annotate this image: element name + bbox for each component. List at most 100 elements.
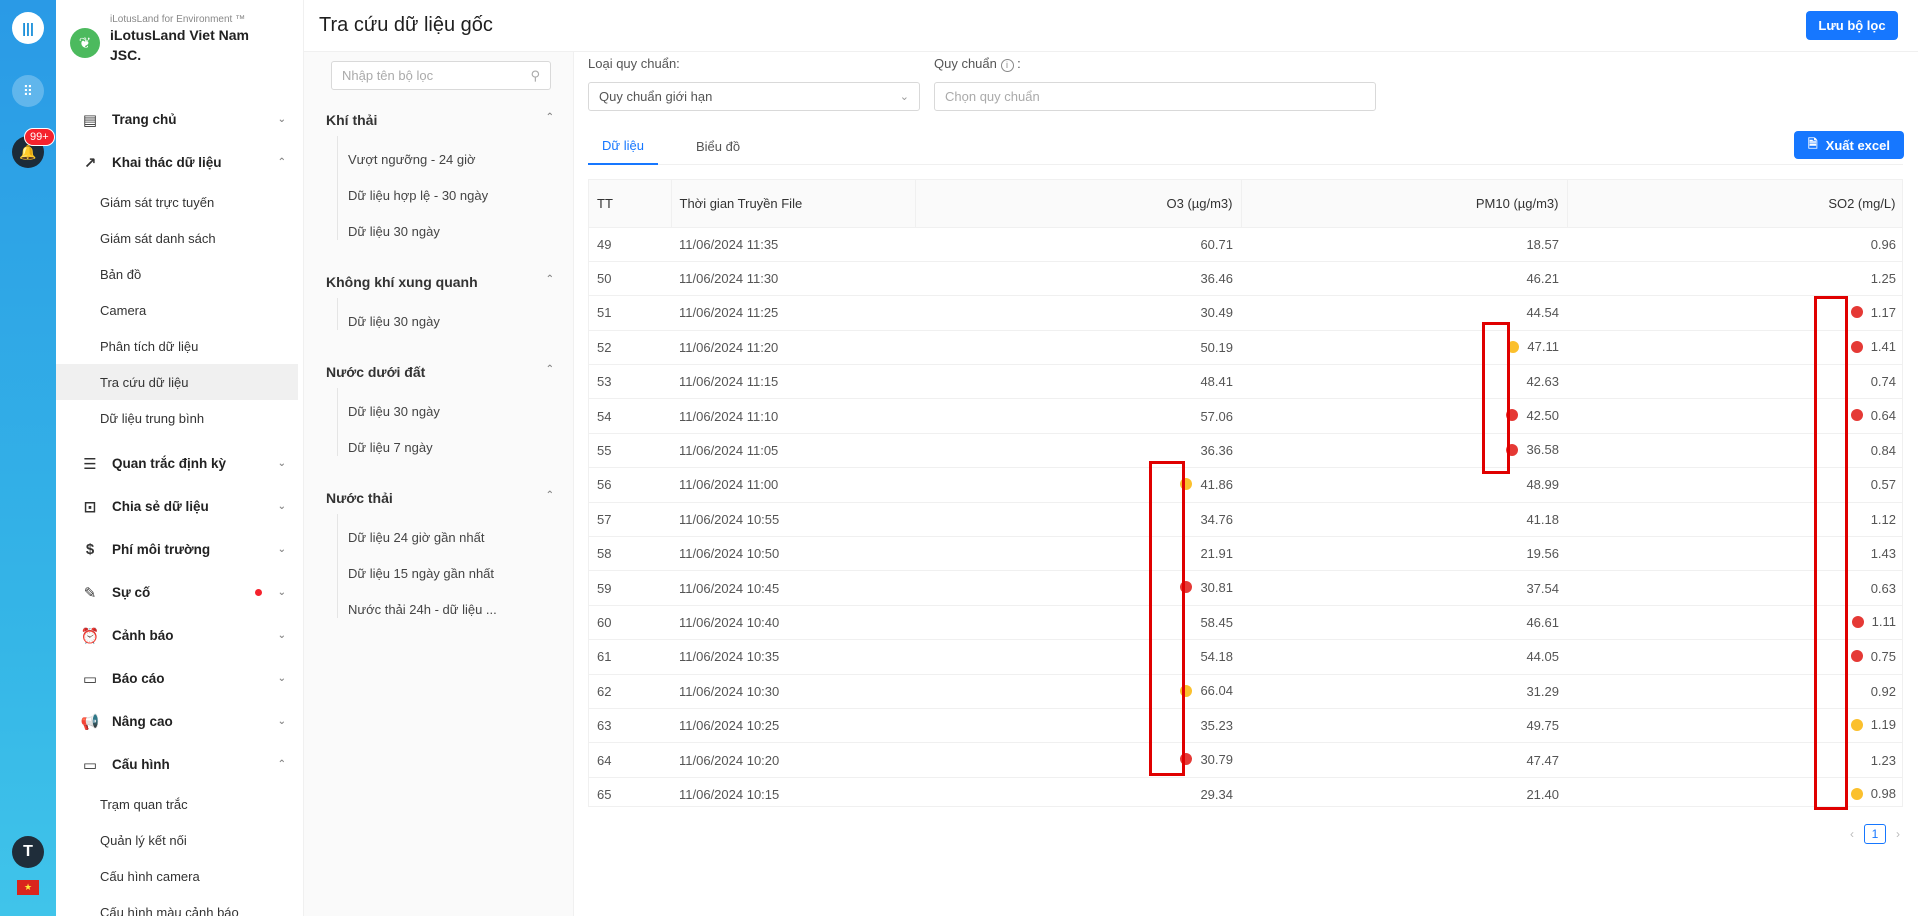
menu-item-config[interactable]: ▭ Cấu hình ⌃ — [56, 743, 304, 786]
so2-cell: 1.12 — [1567, 502, 1902, 538]
filter-item[interactable]: Dữ liệu hợp lệ - 30 ngày — [348, 188, 488, 203]
pm10-cell: 44.54 — [1241, 295, 1567, 331]
filter-group-wastewater[interactable]: Nước thải ⌃ — [326, 490, 554, 506]
page-1-button[interactable]: 1 — [1864, 824, 1886, 844]
pm10-cell: 42.63 — [1241, 364, 1567, 400]
table-row[interactable]: 57 11/06/2024 10:55 34.76 41.18 1.12 — [589, 502, 1902, 538]
submenu-camera[interactable]: Camera — [56, 292, 298, 328]
menu-item-advanced[interactable]: 📢 Nâng cao ⌄ — [56, 700, 304, 743]
filter-item[interactable]: Dữ liệu 7 ngày — [348, 440, 433, 455]
so2-cell: 0.63 — [1567, 570, 1902, 606]
filter-item[interactable]: Dữ liệu 30 ngày — [348, 314, 440, 329]
tree-line — [337, 298, 338, 330]
user-avatar[interactable]: T — [12, 836, 44, 868]
submenu-stations[interactable]: Trạm quan trắc — [56, 786, 298, 822]
table-row[interactable]: 54 11/06/2024 11:10 57.06 42.50 0.64 — [589, 398, 1902, 434]
submenu-alert-colors[interactable]: Cấu hình màu cảnh báo — [56, 894, 298, 916]
layout-icon: ▤ — [82, 111, 98, 129]
submenu-data-lookup[interactable]: Tra cứu dữ liệu — [56, 364, 298, 400]
menu-item-periodic[interactable]: ☰ Quan trắc định kỳ ⌄ — [56, 442, 304, 485]
notification-badge: 99+ — [24, 128, 55, 146]
menu-item-data-share[interactable]: ⊡ Chia sẻ dữ liệu ⌄ — [56, 485, 304, 528]
menu-item-env-fee[interactable]: $ Phí môi trường ⌄ — [56, 528, 304, 571]
table-row[interactable]: 50 11/06/2024 11:30 36.46 46.21 1.25 — [589, 261, 1902, 297]
menu-item-incident[interactable]: ✎ Sự cố ⌄ — [56, 571, 304, 614]
filter-item[interactable]: Dữ liệu 30 ngày — [348, 224, 440, 239]
tt-cell: 54 — [589, 398, 671, 434]
next-page-button[interactable]: › — [1896, 827, 1900, 841]
tt-cell: 51 — [589, 295, 671, 331]
filter-item[interactable]: Dữ liệu 30 ngày — [348, 404, 440, 419]
filter-group-ambient-air[interactable]: Không khí xung quanh ⌃ — [326, 274, 554, 290]
chart-share-icon: ↗ — [83, 154, 97, 172]
table-row[interactable]: 62 11/06/2024 10:30 66.04 31.29 0.92 — [589, 674, 1902, 709]
table-row[interactable]: 51 11/06/2024 11:25 30.49 44.54 1.17 — [589, 295, 1902, 331]
prev-page-button[interactable]: ‹ — [1850, 827, 1854, 841]
table-row[interactable]: 58 11/06/2024 10:50 21.91 19.56 1.43 — [589, 536, 1902, 572]
pm10-cell: 46.61 — [1241, 605, 1567, 641]
table-row[interactable]: 61 11/06/2024 10:35 54.18 44.05 0.75 — [589, 639, 1902, 675]
o3-cell: 30.79 — [915, 742, 1241, 778]
standard-select[interactable]: Chọn quy chuẩn — [934, 82, 1376, 111]
table-row[interactable]: 59 11/06/2024 10:45 30.81 37.54 0.63 — [589, 570, 1902, 606]
save-filter-button[interactable]: Lưu bộ lọc — [1806, 11, 1898, 40]
red-status-dot — [1506, 443, 1519, 456]
filter-search-input[interactable]: Nhập tên bộ lọc ⚲ — [331, 61, 551, 90]
column-header-o3[interactable]: O3 (µg/m3) — [915, 180, 1242, 228]
so2-cell: 1.19 — [1567, 708, 1902, 744]
tt-cell: 58 — [589, 536, 671, 572]
table-row[interactable]: 52 11/06/2024 11:20 50.19 47.11 1.41 — [589, 330, 1902, 366]
submenu-connections[interactable]: Quản lý kết nối — [56, 822, 298, 858]
o3-cell: 54.18 — [915, 639, 1241, 675]
submenu-list-monitoring[interactable]: Giám sát danh sách — [56, 220, 298, 256]
filter-item[interactable]: Vượt ngưỡng - 24 giờ — [348, 152, 476, 167]
filter-item[interactable]: Dữ liệu 24 giờ gần nhất — [348, 530, 484, 545]
tab-chart[interactable]: Biểu đồ — [682, 128, 754, 165]
submenu-map[interactable]: Bản đồ — [56, 256, 298, 292]
export-excel-button[interactable]: 🗎 Xuất excel — [1794, 131, 1904, 159]
chevron-up-icon: ⌃ — [277, 157, 286, 168]
table-row[interactable]: 56 11/06/2024 11:00 41.86 48.99 0.57 — [589, 467, 1902, 503]
table-row[interactable]: 63 11/06/2024 10:25 35.23 49.75 1.19 — [589, 708, 1902, 744]
time-cell: 11/06/2024 11:00 — [671, 467, 915, 503]
table-row[interactable]: 55 11/06/2024 11:05 36.36 36.58 0.84 — [589, 433, 1902, 469]
column-header-tt[interactable]: TT — [589, 180, 672, 228]
filter-group-emission[interactable]: Khí thải ⌃ — [326, 112, 554, 128]
table-row[interactable]: 53 11/06/2024 11:15 48.41 42.63 0.74 — [589, 364, 1902, 400]
filter-group-groundwater[interactable]: Nước dưới đất ⌃ — [326, 364, 554, 380]
table-row[interactable]: 65 11/06/2024 10:15 29.34 21.40 0.98 — [589, 777, 1902, 806]
tt-cell: 56 — [589, 467, 671, 503]
time-cell: 11/06/2024 11:35 — [671, 227, 915, 262]
time-cell: 11/06/2024 10:50 — [671, 536, 915, 572]
submenu-average-data[interactable]: Dữ liệu trung bình — [56, 400, 298, 436]
filter-item[interactable]: Nước thải 24h - dữ liệu ... — [348, 602, 497, 617]
o3-cell: 60.71 — [915, 227, 1241, 262]
submenu-camera-config[interactable]: Cấu hình camera — [56, 858, 298, 894]
app-logo-icon[interactable]: ||| — [12, 12, 44, 44]
filter-item[interactable]: Dữ liệu 15 ngày gần nhất — [348, 566, 494, 581]
tab-data[interactable]: Dữ liệu — [588, 128, 658, 165]
menu-item-data-mining[interactable]: ↗ Khai thác dữ liệu ⌃ — [56, 141, 304, 184]
submenu-data-analysis[interactable]: Phân tích dữ liệu — [56, 328, 298, 364]
column-header-time[interactable]: Thời gian Truyền File — [671, 180, 916, 228]
info-icon[interactable]: i — [1000, 59, 1014, 72]
pm10-cell: 47.11 — [1241, 330, 1567, 366]
table-row[interactable]: 49 11/06/2024 11:35 60.71 18.57 0.96 — [589, 227, 1902, 262]
page-header: Tra cứu dữ liệu gốc Lưu bộ lọc — [304, 0, 1918, 52]
table-row[interactable]: 64 11/06/2024 10:20 30.79 47.47 1.23 — [589, 742, 1902, 778]
o3-cell: 30.49 — [915, 295, 1241, 331]
standard-type-select[interactable]: Quy chuẩn giới hạn ⌄ — [588, 82, 920, 111]
column-header-pm10[interactable]: PM10 (µg/m3) — [1241, 180, 1568, 228]
pm10-cell: 31.29 — [1241, 674, 1567, 709]
submenu-online-monitoring[interactable]: Giám sát trực tuyến — [56, 184, 298, 220]
chevron-down-icon: ⌄ — [277, 544, 286, 555]
column-header-so2[interactable]: SO2 (mg/L) — [1567, 180, 1902, 228]
apps-grid-icon[interactable]: ⠿ — [12, 75, 44, 107]
o3-cell: 35.23 — [915, 708, 1241, 744]
o3-cell: 36.46 — [915, 261, 1241, 297]
menu-item-report[interactable]: ▭ Báo cáo ⌄ — [56, 657, 304, 700]
menu-item-alert[interactable]: ⏰ Cảnh báo ⌄ — [56, 614, 304, 657]
language-flag-icon[interactable]: ★ — [17, 880, 39, 895]
table-row[interactable]: 60 11/06/2024 10:40 58.45 46.61 1.11 — [589, 605, 1902, 641]
menu-item-home[interactable]: ▤ Trang chủ ⌄ — [56, 98, 304, 141]
